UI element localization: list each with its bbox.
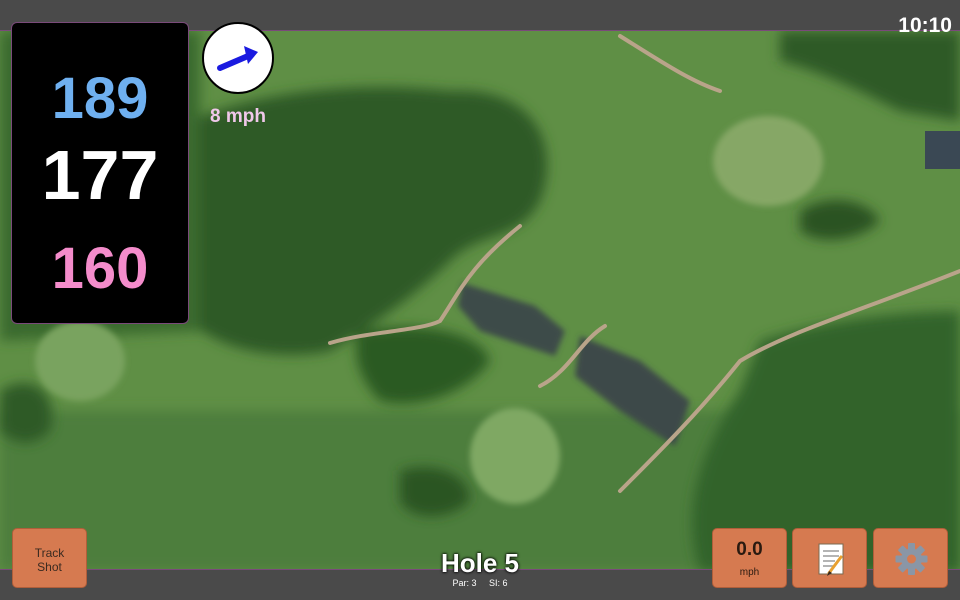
gear-icon: [895, 543, 928, 575]
notes-button[interactable]: [792, 528, 867, 588]
speed-value: 0.0: [736, 539, 763, 560]
wind-arrow-icon: [217, 46, 258, 71]
hole-info: Par: 3 SI: 6: [400, 578, 560, 588]
track-shot-label-line2: Shot: [37, 560, 62, 574]
notepad-icon: [818, 543, 844, 576]
speed-button[interactable]: 0.0 mph: [712, 528, 787, 588]
distance-panel: 189 177 160: [11, 22, 189, 324]
front-distance: 160: [51, 236, 149, 301]
track-shot-button[interactable]: Track Shot: [12, 528, 87, 588]
wind-speed-label: 8 mph: [210, 106, 266, 127]
hole-par: Par: 3: [452, 578, 477, 588]
hole-title: Hole 5: [440, 548, 520, 578]
middle-distance: 177: [41, 136, 159, 214]
speed-unit: mph: [739, 567, 760, 578]
clock-time: 10:10: [898, 14, 952, 37]
wind-indicator: [202, 22, 274, 94]
track-shot-label-line1: Track: [34, 546, 65, 560]
hole-stroke-index: SI: 6: [489, 578, 508, 588]
back-distance: 189: [51, 66, 149, 131]
settings-button[interactable]: [873, 528, 948, 588]
